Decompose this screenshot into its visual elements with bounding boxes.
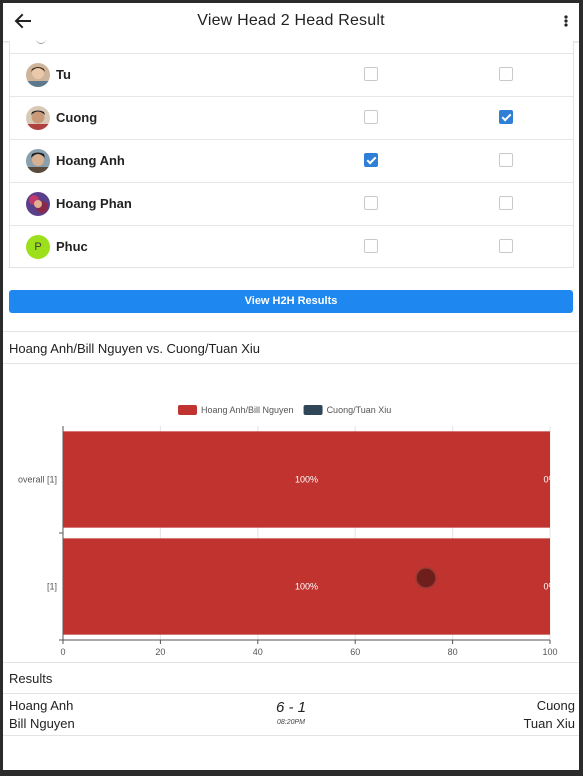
data-label: 0% xyxy=(543,582,556,592)
team2-player-1: Cuong xyxy=(536,698,575,713)
player-name: Phuc xyxy=(56,239,88,254)
list-item: Hoang Anh xyxy=(10,139,573,182)
team1-checkbox[interactable] xyxy=(364,153,378,167)
list-item: Cuong xyxy=(10,96,573,139)
touch-indicator xyxy=(415,567,437,589)
data-label: 0% xyxy=(543,475,556,485)
avatar xyxy=(26,149,50,173)
matchup-header: Hoang Anh/Bill Nguyen vs. Cuong/Tuan Xiu xyxy=(3,331,579,364)
player-selection-list: Tu Cuong Hoang Anh Hoang Phan P Phuc xyxy=(9,41,574,268)
legend-swatch xyxy=(178,405,197,415)
x-tick-label: 100 xyxy=(542,647,557,657)
x-tick-label: 60 xyxy=(350,647,360,657)
matchup-title: Hoang Anh/Bill Nguyen vs. Cuong/Tuan Xiu xyxy=(9,341,261,356)
x-tick-label: 20 xyxy=(155,647,165,657)
more-vertical-icon[interactable] xyxy=(563,11,569,31)
team2-player-2: Tuan Xiu xyxy=(523,716,575,731)
team2-checkbox[interactable] xyxy=(499,110,513,124)
team2-checkbox[interactable] xyxy=(499,196,513,210)
match-score: 6 - 1 xyxy=(275,699,306,716)
app-header: View Head 2 Head Result xyxy=(3,3,579,42)
data-label: 100% xyxy=(295,475,318,485)
y-tick-label: overall [1] xyxy=(18,475,57,485)
app-frame: View Head 2 Head Result Tu Cuong Hoang A… xyxy=(3,3,579,770)
results-label: Results xyxy=(9,671,53,686)
player-name: Cuong xyxy=(56,110,98,125)
team1-checkbox[interactable] xyxy=(364,196,378,210)
player-name: Tu xyxy=(56,67,71,82)
avatar xyxy=(26,63,50,87)
list-item: Tu xyxy=(10,53,573,96)
data-label: 100% xyxy=(295,582,318,592)
avatar: P xyxy=(26,235,50,259)
x-tick-label: 80 xyxy=(448,647,458,657)
team2-checkbox[interactable] xyxy=(499,67,513,81)
team1-checkbox[interactable] xyxy=(364,110,378,124)
player-name: Hoang Anh xyxy=(56,153,125,168)
page-title: View Head 2 Head Result xyxy=(197,12,385,29)
legend-label: Hoang Anh/Bill Nguyen xyxy=(201,405,294,415)
legend-label: Cuong/Tuan Xiu xyxy=(327,405,392,415)
player-name: Hoang Phan xyxy=(56,196,132,211)
legend-swatch xyxy=(303,405,323,415)
match-time: 08:20PM xyxy=(276,719,306,726)
scrolled-avatar-peek xyxy=(36,37,46,44)
team1-checkbox[interactable] xyxy=(364,239,378,253)
team2-checkbox[interactable] xyxy=(499,153,513,167)
list-item: P Phuc xyxy=(10,225,573,268)
h2h-bar-chart: Hoang Anh/Bill Nguyen Cuong/Tuan Xiu 0 20 40… xyxy=(18,405,558,657)
results-header: Results xyxy=(3,662,579,694)
match-result-row[interactable]: Hoang Anh Bill Nguyen 6 - 1 08:20PM Cuon… xyxy=(3,693,579,736)
x-tick-label: 40 xyxy=(253,647,263,657)
x-tick-label: 0 xyxy=(60,647,65,657)
team1-checkbox[interactable] xyxy=(364,67,378,81)
y-tick-label: [1] xyxy=(47,582,57,592)
list-item: Hoang Phan xyxy=(10,182,573,225)
avatar xyxy=(26,192,50,216)
view-h2h-results-button[interactable]: View H2H Results xyxy=(9,290,573,313)
team2-checkbox[interactable] xyxy=(499,239,513,253)
avatar xyxy=(26,106,50,130)
